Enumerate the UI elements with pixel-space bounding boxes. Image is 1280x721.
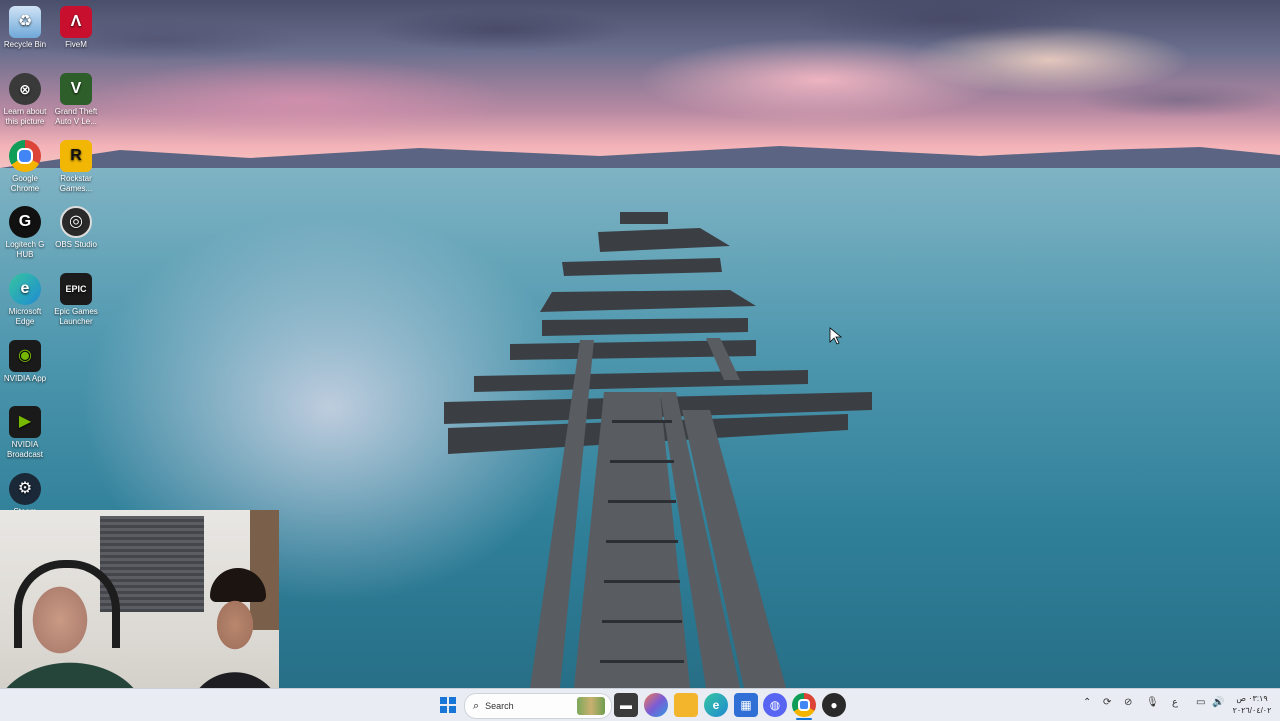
edge-taskbar-icon[interactable]: e (704, 693, 728, 717)
fivem-icon: Λ (60, 6, 92, 38)
microphone-icon[interactable]: 🎙 (1146, 697, 1159, 708)
desktop-icon-label: Grand Theft Auto V Le... (54, 107, 98, 126)
logitech-g-hub-icon: G (9, 206, 41, 238)
copilot-taskbar-icon[interactable] (644, 693, 668, 717)
headset (14, 560, 120, 648)
chrome-icon (9, 140, 41, 172)
desktop-icon-gta-v[interactable]: V Grand Theft Auto V Le... (51, 73, 101, 127)
desktop-icon-label: NVIDIA Broadcast (6, 440, 44, 459)
desktop-icon-label: Microsoft Edge (8, 307, 42, 326)
desktop-icon-fivem[interactable]: Λ FiveM (51, 6, 101, 50)
folder-taskbar-icon[interactable] (674, 693, 698, 717)
desktop-icon-label: Google Chrome (10, 174, 40, 193)
mouse-cursor (829, 327, 843, 345)
desktop-icon-microsoft-edge[interactable]: e Microsoft Edge (0, 273, 50, 327)
desktop-icon-label: NVIDIA App (3, 374, 47, 383)
store-taskbar-icon[interactable]: ▦ (734, 693, 758, 717)
desktop-icon-nvidia-app[interactable]: ◉ NVIDIA App (0, 340, 50, 384)
search-icon: ⌕ (473, 699, 480, 712)
desktop-icon-label: Logitech G HUB (5, 240, 45, 259)
nvidia-app-icon: ◉ (9, 340, 41, 372)
volume-icon[interactable]: 🔊 (1212, 697, 1224, 708)
desktop-icon-label: OBS Studio (55, 240, 97, 249)
desktop-icon-google-chrome[interactable]: Google Chrome (0, 140, 50, 194)
taskbar: ⌕ Search ▬ e ▦ ◍ ● ⌃ ⟳ ⊘ 🎙 ع ▭ 🔊 ٠٣:١٩ ص… (0, 688, 1280, 721)
desktop-icon-label: Epic Games Launcher (54, 307, 98, 326)
windows-logo-icon (440, 697, 456, 713)
rockstar-icon: R (60, 140, 92, 172)
obs-studio-icon: ◎ (60, 206, 92, 238)
sync-icon[interactable]: ⟳ (1103, 697, 1111, 708)
gta-v-icon: V (60, 73, 92, 105)
network-icon[interactable]: ⊘ (1124, 697, 1132, 708)
desktop-icon-logitech-g-hub[interactable]: G Logitech G HUB (0, 206, 50, 260)
desktop-icon-label: Rockstar Games... (59, 174, 93, 193)
epic-games-icon: EPIC (60, 273, 92, 305)
start-button[interactable] (436, 693, 460, 717)
search-highlight-icon (577, 697, 605, 715)
desktop-icon-epic-games[interactable]: EPIC Epic Games Launcher (51, 273, 101, 327)
desktop-icon-nvidia-broadcast[interactable]: ▶ NVIDIA Broadcast (0, 406, 50, 460)
nvidia-broadcast-icon: ▶ (9, 406, 41, 438)
learn-about-icon: ⊗ (9, 73, 41, 105)
language-indicator[interactable]: ع (1172, 697, 1178, 708)
desktop-icon-label: FiveM (65, 40, 87, 49)
clock[interactable]: ٠٣:١٩ ص ٢٠٢٦/٠٤/٠٢ (1232, 693, 1272, 717)
desktop-icon-label: Recycle Bin (3, 40, 47, 49)
desktop-icon-learn-about-picture[interactable]: ⊗ Learn about this picture (0, 73, 50, 127)
desktop-icon-recycle-bin[interactable]: ♻ Recycle Bin (0, 6, 50, 50)
clock-time: ٠٣:١٩ ص (1236, 694, 1268, 703)
show-hidden-icons-chevron-icon[interactable]: ⌃ (1083, 697, 1091, 708)
taskbar-search[interactable]: ⌕ Search (464, 693, 612, 719)
chrome-taskbar-icon[interactable] (792, 693, 816, 717)
search-placeholder: Search (485, 701, 514, 711)
edge-icon: e (9, 273, 41, 305)
obs-taskbar-icon[interactable]: ● (822, 693, 846, 717)
task-view-icon[interactable]: ▬ (614, 693, 638, 717)
steam-icon: ⚙ (9, 473, 41, 505)
recycle-bin-icon: ♻ (9, 6, 41, 38)
desktop-icon-label: Learn about this picture (3, 107, 47, 126)
desktop-icon-rockstar[interactable]: R Rockstar Games... (51, 140, 101, 194)
display-icon[interactable]: ▭ (1196, 697, 1205, 708)
desktop-icon-obs-studio[interactable]: ◎ OBS Studio (51, 206, 101, 250)
clock-date: ٢٠٢٦/٠٤/٠٢ (1232, 706, 1272, 715)
discord-taskbar-icon[interactable]: ◍ (763, 693, 787, 717)
